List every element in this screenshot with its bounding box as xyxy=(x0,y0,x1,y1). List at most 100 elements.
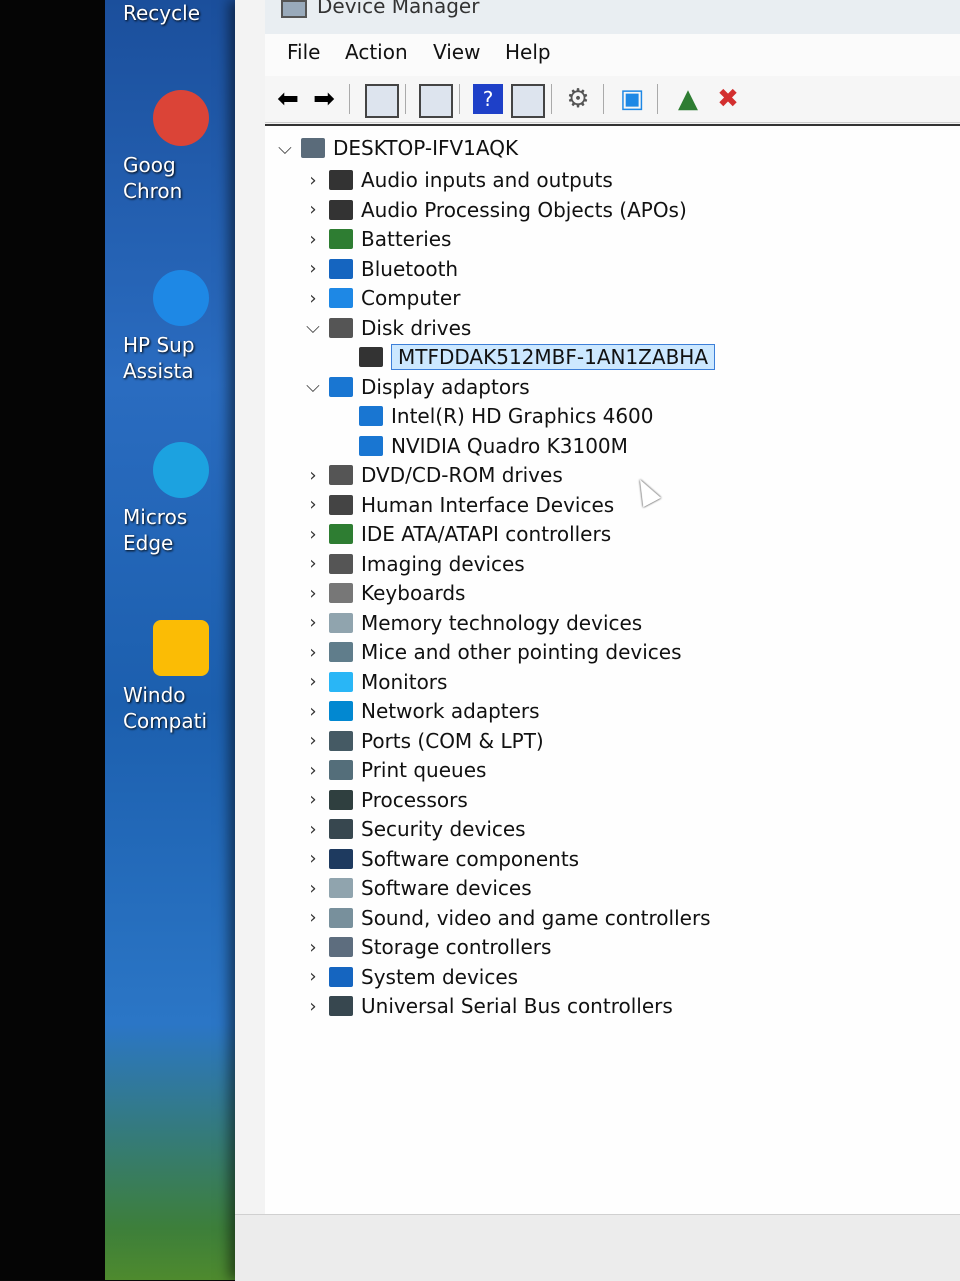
tree-category[interactable]: › Human Interface Devices xyxy=(301,491,614,519)
window-title: Device Manager xyxy=(317,0,480,18)
tree-category[interactable]: › Software devices xyxy=(301,874,531,902)
view-icon[interactable] xyxy=(511,84,545,118)
tree-category[interactable]: › Network adapters xyxy=(301,697,539,725)
tree-category[interactable]: › Imaging devices xyxy=(301,550,525,578)
tree-device[interactable]: Intel(R) HD Graphics 4600 xyxy=(355,402,654,430)
keyboard-icon xyxy=(329,583,353,603)
chevron-right-icon[interactable]: › xyxy=(301,199,325,220)
desktop-icon-recycle-bin[interactable]: Recycle xyxy=(123,0,223,26)
toolbar: ⬅ ➡ ? ⚙ ▣ ▲ ✖ xyxy=(265,76,960,123)
tree-category-label: Bluetooth xyxy=(361,256,459,281)
tree-category[interactable]: › Universal Serial Bus controllers xyxy=(301,992,672,1020)
back-arrow-icon[interactable]: ⬅ xyxy=(273,84,303,114)
uninstall-icon[interactable]: ✖ xyxy=(713,84,743,114)
tree-category[interactable]: › Bluetooth xyxy=(301,255,458,283)
tree-device-label: Intel(R) HD Graphics 4600 xyxy=(391,404,654,428)
tree-category-label: Imaging devices xyxy=(361,551,525,576)
menu-action[interactable]: Action xyxy=(341,38,412,66)
software-component-icon xyxy=(329,848,353,869)
tree-category[interactable]: › Storage controllers xyxy=(301,933,551,961)
chevron-right-icon[interactable]: › xyxy=(301,848,325,869)
tree-category[interactable]: › Mice and other pointing devices xyxy=(301,638,681,666)
tree-category-label: Memory technology devices xyxy=(361,610,643,635)
menu-view[interactable]: View xyxy=(429,38,484,66)
disk-icon xyxy=(329,317,353,338)
chevron-right-icon[interactable]: › xyxy=(301,671,325,692)
tree-category[interactable]: › Security devices xyxy=(301,815,525,843)
tree-category[interactable]: › DVD/CD-ROM drives xyxy=(301,461,562,489)
usb-icon xyxy=(329,996,353,1016)
chevron-right-icon[interactable]: › xyxy=(301,907,325,928)
tree-category[interactable]: › Audio inputs and outputs xyxy=(301,166,612,194)
tree-category[interactable]: › Audio Processing Objects (APOs) xyxy=(301,196,686,224)
tree-category[interactable]: › Keyboards xyxy=(301,579,465,607)
chevron-right-icon[interactable]: › xyxy=(301,878,325,899)
chevron-right-icon[interactable]: › xyxy=(301,258,325,279)
chevron-right-icon[interactable]: › xyxy=(301,465,325,486)
menu-file[interactable]: File xyxy=(283,38,324,66)
tree-root[interactable]: ⌵ DESKTOP-IFV1AQK xyxy=(273,134,518,162)
menu-help[interactable]: Help xyxy=(501,38,555,66)
tree-category[interactable]: › Sound, video and game controllers xyxy=(301,904,710,932)
tree-category[interactable]: › Monitors xyxy=(301,668,447,696)
chevron-right-icon[interactable]: › xyxy=(301,966,325,987)
chevron-right-icon[interactable]: › xyxy=(301,229,325,250)
chevron-right-icon[interactable]: › xyxy=(301,789,325,810)
tree-category[interactable]: › Ports (COM & LPT) xyxy=(301,727,543,755)
chevron-down-icon[interactable]: ⌵ xyxy=(301,317,325,338)
desktop-icon-hp-support[interactable]: HP Sup Assista xyxy=(123,270,223,384)
status-bar xyxy=(235,1214,960,1281)
desktop-icon-label: Goog Chron xyxy=(123,153,183,203)
tree-category[interactable]: › System devices xyxy=(301,963,518,991)
tree-category-label: System devices xyxy=(361,964,519,989)
system-icon xyxy=(329,966,353,987)
tree-category[interactable]: › Memory technology devices xyxy=(301,609,642,637)
tree-category[interactable]: › Batteries xyxy=(301,225,451,253)
tree-category[interactable]: › IDE ATA/ATAPI controllers xyxy=(301,520,611,548)
enable-device-icon[interactable]: ▲ xyxy=(673,84,703,114)
ide-icon xyxy=(329,524,353,544)
properties-icon[interactable] xyxy=(365,84,399,118)
tree-category[interactable]: › Computer xyxy=(301,284,460,312)
help-icon[interactable]: ? xyxy=(473,84,503,114)
desktop-icon-label: HP Sup Assista xyxy=(123,333,195,383)
desktop-icon-edge[interactable]: Micros Edge xyxy=(123,442,223,556)
monitor-icon[interactable]: ▣ xyxy=(617,84,647,114)
tree-category[interactable]: › Print queues xyxy=(301,756,486,784)
chevron-right-icon[interactable]: › xyxy=(301,819,325,840)
chevron-right-icon[interactable]: › xyxy=(301,730,325,751)
tree-device[interactable]: NVIDIA Quadro K3100M xyxy=(355,432,628,460)
tree-category[interactable]: ⌵ Disk drives xyxy=(301,314,471,342)
desktop-icon-chrome[interactable]: Goog Chron xyxy=(123,90,223,204)
processor-icon xyxy=(329,789,353,810)
chevron-right-icon[interactable]: › xyxy=(301,524,325,545)
chevron-right-icon[interactable]: › xyxy=(301,642,325,663)
dvd-icon xyxy=(329,465,353,485)
chevron-right-icon[interactable]: › xyxy=(301,996,325,1017)
forward-arrow-icon[interactable]: ➡ xyxy=(309,84,339,114)
scan-hardware-icon[interactable]: ⚙ xyxy=(563,84,593,114)
chevron-right-icon[interactable]: › xyxy=(301,701,325,722)
chevron-right-icon[interactable]: › xyxy=(301,937,325,958)
chevron-down-icon[interactable]: ⌵ xyxy=(301,376,325,397)
desktop-background: Recycle Goog Chron HP Sup Assista Micros… xyxy=(105,0,245,1280)
network-icon xyxy=(329,701,353,721)
chevron-right-icon[interactable]: › xyxy=(301,760,325,781)
tree-category-label: Computer xyxy=(361,286,461,310)
chevron-right-icon[interactable]: › xyxy=(301,553,325,574)
computer-icon xyxy=(329,288,353,308)
update-driver-icon[interactable] xyxy=(419,84,453,118)
tree-device[interactable]: MTFDDAK512MBF-1AN1ZABHA xyxy=(355,343,716,371)
chevron-down-icon[interactable]: ⌵ xyxy=(273,138,297,159)
tree-category[interactable]: ⌵ Display adaptors xyxy=(301,373,530,401)
chevron-right-icon[interactable]: › xyxy=(301,583,325,604)
chevron-right-icon[interactable]: › xyxy=(301,288,325,309)
title-bar[interactable]: Device Manager xyxy=(265,0,960,34)
chevron-right-icon[interactable]: › xyxy=(301,170,325,191)
display-icon xyxy=(359,406,383,426)
chevron-right-icon[interactable]: › xyxy=(301,612,325,633)
desktop-icon-compatibility[interactable]: Windo Compati xyxy=(123,620,223,734)
tree-category[interactable]: › Software components xyxy=(301,845,579,873)
chevron-right-icon[interactable]: › xyxy=(301,494,325,515)
tree-category[interactable]: › Processors xyxy=(301,786,467,814)
